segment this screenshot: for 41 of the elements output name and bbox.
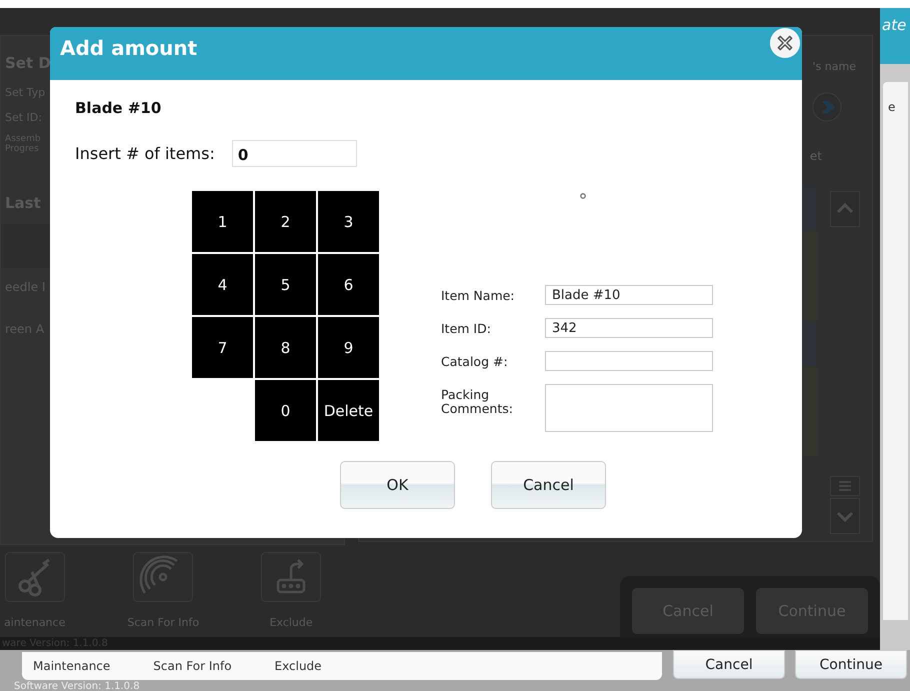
- text-field[interactable]: [545, 351, 713, 371]
- keypad-key[interactable]: 2: [255, 191, 316, 252]
- keypad-key[interactable]: 1: [192, 191, 253, 252]
- field-label: Item Name:: [441, 287, 516, 303]
- comments-field[interactable]: [545, 384, 713, 432]
- field-label: Packing Comments:: [441, 386, 514, 416]
- dialog-button[interactable]: OK: [340, 461, 455, 509]
- scroll-down-icon[interactable]: [830, 498, 860, 534]
- next-icon[interactable]: [812, 92, 842, 122]
- field-label: Catalog #:: [441, 353, 509, 369]
- footer-button[interactable]: Cancel: [673, 650, 785, 679]
- side-label: e: [888, 100, 896, 114]
- keypad-key[interactable]: 9: [318, 317, 379, 378]
- close-icon[interactable]: [769, 27, 801, 59]
- version-text: Software Version: 1.1.0.8: [14, 681, 140, 691]
- footer-button[interactable]: Continue: [795, 650, 907, 679]
- toolbar-label[interactable]: Exclude: [274, 659, 322, 673]
- keypad-key[interactable]: 6: [318, 254, 379, 315]
- dialog-button[interactable]: Cancel: [491, 461, 606, 509]
- logo-text: ate: [882, 16, 906, 34]
- signal-waves-icon[interactable]: [133, 552, 194, 602]
- quantity-field[interactable]: 0: [232, 140, 357, 167]
- toolbar-label[interactable]: Maintenance: [33, 659, 110, 673]
- keypad-key[interactable]: 4: [192, 254, 253, 315]
- quantity-label: Insert # of items:: [75, 144, 215, 163]
- item-title: Blade #10: [75, 99, 162, 117]
- field-label: Item ID:: [441, 320, 492, 336]
- keypad-key[interactable]: 7: [192, 317, 253, 378]
- dialog-title: Add amount: [60, 36, 198, 60]
- dot-icon: [580, 193, 586, 199]
- keypad-key[interactable]: 3: [318, 191, 379, 252]
- keypad-key[interactable]: 8: [255, 317, 316, 378]
- menu-icon[interactable]: [830, 476, 860, 496]
- scroll-up-icon[interactable]: [830, 191, 860, 227]
- keypad-key[interactable]: Delete: [318, 380, 379, 441]
- keypad-key[interactable]: 5: [255, 254, 316, 315]
- text-field[interactable]: Blade #10: [545, 285, 713, 305]
- toolbar-label[interactable]: Scan For Info: [153, 659, 232, 673]
- scissors-wrench-icon[interactable]: [4, 552, 65, 602]
- text-field[interactable]: 342: [545, 318, 713, 338]
- keypad-key[interactable]: 0: [255, 380, 316, 441]
